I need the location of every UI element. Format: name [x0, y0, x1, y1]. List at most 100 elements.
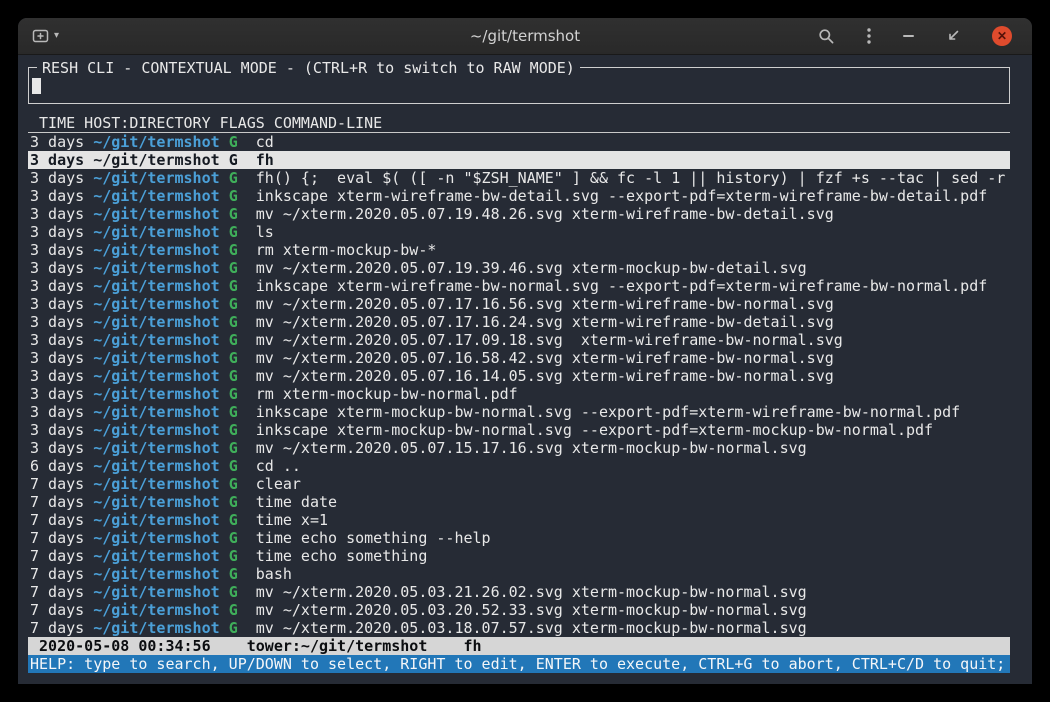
titlebar-right-group: ✕	[814, 18, 1016, 54]
status-bar: 2020-05-08 00:34:56 tower:~/git/termshot…	[28, 637, 1010, 655]
flags-cell: G	[229, 277, 238, 295]
host-directory-cell: ~/git/termshot	[93, 205, 219, 223]
flags-cell: G	[229, 205, 238, 223]
screen-background: ▾ ~/git/termshot	[0, 0, 1050, 702]
history-row[interactable]: 3 days ~/git/termshot G inkscape xterm-w…	[28, 277, 1010, 295]
search-query-input[interactable]: RESH CLI - CONTEXTUAL MODE - (CTRL+R to …	[28, 67, 1010, 104]
history-row[interactable]: 7 days ~/git/termshot G time x=1	[28, 511, 1010, 529]
restore-button[interactable]	[942, 27, 964, 45]
command-line-cell: mv ~/xterm.2020.05.07.16.58.42.svg xterm…	[256, 349, 834, 367]
restore-icon	[946, 29, 960, 43]
time-cell: 3 days	[30, 439, 84, 457]
time-cell: 7 days	[30, 547, 84, 565]
host-directory-cell: ~/git/termshot	[93, 259, 219, 277]
history-row[interactable]: 7 days ~/git/termshot G time echo someth…	[28, 529, 1010, 547]
history-list: 3 days ~/git/termshot G cd3 days ~/git/t…	[28, 133, 1010, 637]
host-directory-cell: ~/git/termshot	[93, 457, 219, 475]
history-row[interactable]: 3 days ~/git/termshot G mv ~/xterm.2020.…	[28, 367, 1010, 385]
command-line-cell: mv ~/xterm.2020.05.03.21.26.02.svg xterm…	[256, 583, 807, 601]
command-line-cell: cd	[256, 133, 274, 151]
time-cell: 3 days	[30, 133, 84, 151]
command-line-cell: inkscape xterm-wireframe-bw-detail.svg -…	[256, 187, 988, 205]
history-row[interactable]: 7 days ~/git/termshot G time date	[28, 493, 1010, 511]
history-row[interactable]: 7 days ~/git/termshot G bash	[28, 565, 1010, 583]
time-cell: 3 days	[30, 169, 84, 187]
flags-cell: G	[229, 331, 238, 349]
command-line-cell: inkscape xterm-wireframe-bw-normal.svg -…	[256, 277, 988, 295]
flags-cell: G	[229, 295, 238, 313]
history-row[interactable]: 3 days ~/git/termshot G ls	[28, 223, 1010, 241]
host-directory-cell: ~/git/termshot	[93, 151, 219, 169]
titlebar[interactable]: ▾ ~/git/termshot	[18, 18, 1032, 55]
time-cell: 3 days	[30, 421, 84, 439]
history-row[interactable]: 3 days ~/git/termshot G inkscape xterm-w…	[28, 187, 1010, 205]
history-row[interactable]: 3 days ~/git/termshot G rm xterm-mockup-…	[28, 385, 1010, 403]
time-cell: 3 days	[30, 367, 84, 385]
host-directory-cell: ~/git/termshot	[93, 547, 219, 565]
history-row[interactable]: 3 days ~/git/termshot G fh() {; eval $( …	[28, 169, 1010, 187]
help-bar: HELP: type to search, UP/DOWN to select,…	[28, 655, 1010, 673]
close-button[interactable]: ✕	[988, 24, 1016, 48]
flags-cell: G	[229, 403, 238, 421]
minimize-button[interactable]	[899, 33, 918, 39]
history-row[interactable]: 3 days ~/git/termshot G inkscape xterm-m…	[28, 403, 1010, 421]
history-row[interactable]: 3 days ~/git/termshot G fh	[28, 151, 1010, 169]
command-line-cell: rm xterm-mockup-bw-*	[256, 241, 437, 259]
history-row[interactable]: 6 days ~/git/termshot G cd ..	[28, 457, 1010, 475]
flags-cell: G	[229, 187, 238, 205]
command-line-cell: mv ~/xterm.2020.05.07.16.14.05.svg xterm…	[256, 367, 834, 385]
terminal-content[interactable]: RESH CLI - CONTEXTUAL MODE - (CTRL+R to …	[18, 55, 1032, 684]
resh-cli: RESH CLI - CONTEXTUAL MODE - (CTRL+R to …	[28, 67, 1010, 673]
history-row[interactable]: 7 days ~/git/termshot G mv ~/xterm.2020.…	[28, 601, 1010, 619]
host-directory-cell: ~/git/termshot	[93, 277, 219, 295]
host-directory-cell: ~/git/termshot	[93, 133, 219, 151]
host-directory-cell: ~/git/termshot	[93, 223, 219, 241]
time-cell: 3 days	[30, 277, 84, 295]
search-icon	[818, 28, 835, 45]
time-cell: 3 days	[30, 295, 84, 313]
terminal-plus-icon	[32, 28, 50, 44]
command-line-cell: time echo something	[256, 547, 428, 565]
flags-cell: G	[229, 313, 238, 331]
history-row[interactable]: 3 days ~/git/termshot G mv ~/xterm.2020.…	[28, 313, 1010, 331]
window-title: ~/git/termshot	[470, 18, 580, 54]
time-cell: 3 days	[30, 403, 84, 421]
history-row[interactable]: 3 days ~/git/termshot G inkscape xterm-m…	[28, 421, 1010, 439]
time-cell: 3 days	[30, 385, 84, 403]
history-row[interactable]: 3 days ~/git/termshot G rm xterm-mockup-…	[28, 241, 1010, 259]
host-directory-cell: ~/git/termshot	[93, 349, 219, 367]
history-row[interactable]: 3 days ~/git/termshot G mv ~/xterm.2020.…	[28, 349, 1010, 367]
history-row[interactable]: 3 days ~/git/termshot G mv ~/xterm.2020.…	[28, 295, 1010, 313]
history-row[interactable]: 3 days ~/git/termshot G mv ~/xterm.2020.…	[28, 331, 1010, 349]
time-cell: 3 days	[30, 241, 84, 259]
flags-cell: G	[229, 493, 238, 511]
command-line-cell: inkscape xterm-mockup-bw-normal.svg --ex…	[256, 403, 960, 421]
time-cell: 7 days	[30, 619, 84, 637]
command-line-cell: time x=1	[256, 511, 328, 529]
history-row[interactable]: 3 days ~/git/termshot G mv ~/xterm.2020.…	[28, 205, 1010, 223]
flags-cell: G	[229, 421, 238, 439]
history-row[interactable]: 3 days ~/git/termshot G mv ~/xterm.2020.…	[28, 439, 1010, 457]
history-row[interactable]: 7 days ~/git/termshot G mv ~/xterm.2020.…	[28, 583, 1010, 601]
chevron-down-icon: ▾	[54, 31, 59, 41]
history-row[interactable]: 3 days ~/git/termshot G mv ~/xterm.2020.…	[28, 259, 1010, 277]
new-terminal-button[interactable]: ▾	[28, 26, 63, 46]
host-directory-cell: ~/git/termshot	[93, 529, 219, 547]
flags-cell: G	[229, 565, 238, 583]
minimize-icon	[903, 35, 914, 37]
command-line-cell: bash	[256, 565, 292, 583]
time-cell: 7 days	[30, 475, 84, 493]
flags-cell: G	[229, 439, 238, 457]
time-cell: 3 days	[30, 259, 84, 277]
history-row[interactable]: 7 days ~/git/termshot G clear	[28, 475, 1010, 493]
resh-mode-title: RESH CLI - CONTEXTUAL MODE - (CTRL+R to …	[37, 59, 580, 77]
command-line-cell: mv ~/xterm.2020.05.07.15.17.16.svg xterm…	[256, 439, 807, 457]
search-button[interactable]	[814, 26, 839, 47]
command-line-cell: time echo something --help	[256, 529, 491, 547]
time-cell: 7 days	[30, 565, 84, 583]
history-row[interactable]: 7 days ~/git/termshot G mv ~/xterm.2020.…	[28, 619, 1010, 637]
history-row[interactable]: 7 days ~/git/termshot G time echo someth…	[28, 547, 1010, 565]
time-cell: 3 days	[30, 349, 84, 367]
history-row[interactable]: 3 days ~/git/termshot G cd	[28, 133, 1010, 151]
menu-button[interactable]	[863, 25, 875, 47]
